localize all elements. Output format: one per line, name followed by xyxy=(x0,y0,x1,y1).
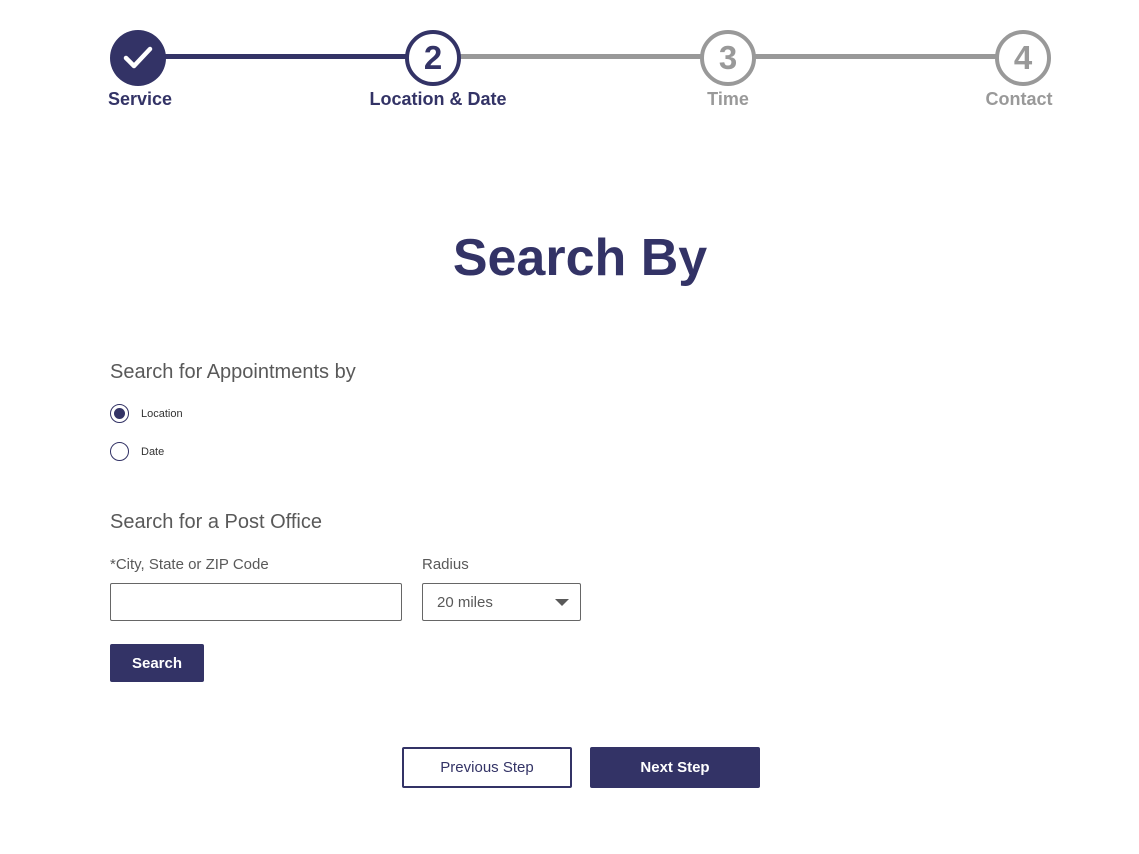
date-radio[interactable] xyxy=(110,442,129,461)
step-3-number: 3 xyxy=(718,39,738,76)
previous-step-button[interactable]: Previous Step xyxy=(402,747,572,788)
step-connector-1-2 xyxy=(165,54,407,59)
step-2-number: 2 xyxy=(423,39,443,76)
check-icon xyxy=(123,46,153,69)
progress-stepper: 2 3 4 Service Location & Date Time Conta… xyxy=(0,0,1139,120)
radio-option-date[interactable]: Date xyxy=(110,442,164,461)
step-connector-2-3 xyxy=(459,54,701,59)
radius-select-value: 20 miles xyxy=(437,593,493,611)
step-2-label: Location & Date xyxy=(369,89,507,109)
date-radio-label[interactable]: Date xyxy=(141,446,164,458)
step-3-circle: 3 xyxy=(700,30,756,86)
step-connector-3-4 xyxy=(754,54,996,59)
step-4-label: Contact xyxy=(985,89,1053,109)
step-3-label: Time xyxy=(707,89,749,109)
location-radio[interactable] xyxy=(110,404,129,423)
step-2-circle: 2 xyxy=(405,30,461,86)
location-field-label: *City, State or ZIP Code xyxy=(110,556,269,573)
search-type-heading: Search for Appointments by xyxy=(110,361,356,383)
step-1-label[interactable]: Service xyxy=(108,89,172,110)
appointment-page: 2 3 4 Service Location & Date Time Conta… xyxy=(0,0,1139,854)
location-radio-label[interactable]: Location xyxy=(141,408,183,420)
radio-option-location[interactable]: Location xyxy=(110,404,183,423)
step-1-circle[interactable] xyxy=(110,30,166,86)
next-step-button[interactable]: Next Step xyxy=(590,747,760,788)
post-office-heading: Search for a Post Office xyxy=(110,511,322,533)
search-button[interactable]: Search xyxy=(110,644,204,682)
page-title: Search By xyxy=(452,229,708,287)
chevron-down-icon xyxy=(555,599,569,606)
location-input[interactable] xyxy=(110,583,402,621)
radius-select[interactable]: 20 miles xyxy=(422,583,581,621)
radius-field-label: Radius xyxy=(422,556,469,573)
step-4-number: 4 xyxy=(1013,39,1033,76)
step-4-circle: 4 xyxy=(995,30,1051,86)
